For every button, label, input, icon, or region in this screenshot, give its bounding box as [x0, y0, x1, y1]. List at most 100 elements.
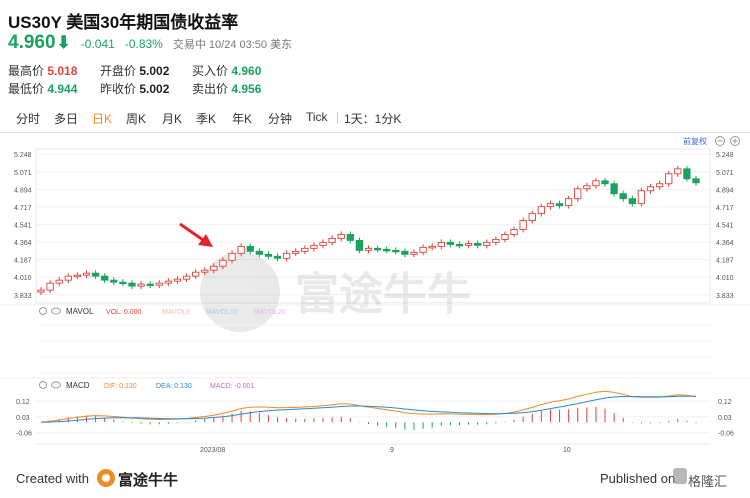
- y-tick-label-left: 5.248: [14, 152, 32, 159]
- vol-gridlines: [36, 324, 710, 374]
- macd-tick-right: 0.12: [718, 399, 732, 406]
- created-with-text: Created with: [16, 471, 89, 486]
- candle-body: [73, 274, 82, 278]
- gelonghui-logo-icon: [673, 468, 687, 484]
- y-tick-label-right: 4.717: [716, 205, 734, 212]
- tab-divider: [337, 112, 338, 124]
- candle-body: [455, 243, 464, 247]
- candle-body: [692, 178, 700, 184]
- macd-dea: DEA: 0.130: [156, 383, 192, 390]
- candle-body: [219, 259, 227, 267]
- candle-body: [483, 241, 491, 246]
- tab-tick[interactable]: Tick: [306, 110, 328, 124]
- candle-body: [228, 252, 236, 261]
- tab-multi-day[interactable]: 多日: [54, 110, 78, 127]
- tab-quarterly-k[interactable]: 季K: [196, 110, 216, 127]
- candle-body: [237, 245, 245, 254]
- brand-name: 富途牛牛: [118, 472, 179, 489]
- tab-yearly-k[interactable]: 年K: [232, 110, 252, 127]
- macd-ticks: 0.12 0.12 0.03 0.03 -0.06 -0.06: [16, 399, 734, 438]
- stat-prev-close: 昨收价 5.002: [100, 82, 170, 96]
- candle-body: [637, 190, 646, 205]
- candle-body: [519, 220, 527, 230]
- published-on-text: Published on: [600, 471, 676, 486]
- tab-daily-k[interactable]: 日K: [92, 110, 112, 127]
- y-ticks-right: 5.248 5.071 4.894 4.717 4.541 4.364 4.187 4.010…: [716, 152, 734, 300]
- tab-interval-select[interactable]: 1天：1分K: [344, 110, 401, 127]
- macd-indicator-name[interactable]: MACD: [66, 381, 90, 390]
- footer: Created with 富途牛牛 Published on 格隆汇: [0, 462, 750, 498]
- y-tick-label-left: 4.187: [14, 258, 32, 265]
- candle-body: [264, 253, 273, 257]
- stat-open: 开盘价 5.002: [100, 64, 170, 78]
- tab-weekly-k[interactable]: 周K: [126, 110, 146, 127]
- candle-body: [510, 229, 518, 235]
- tab-intraday[interactable]: 分时: [16, 110, 40, 127]
- candle-body: [137, 283, 145, 287]
- period-tabs: 分时 多日 日K 周K 月K 季K 年K 分钟 Tick 1天：1分K: [0, 106, 750, 133]
- candle-body: [128, 282, 136, 287]
- candle-body: [674, 168, 682, 175]
- macd-tick-right: 0.03: [718, 415, 732, 422]
- candle-body: [665, 173, 673, 185]
- candle-body: [292, 250, 300, 254]
- candle-body: [419, 246, 427, 253]
- candle-body: [628, 198, 636, 205]
- vol-settings-icon[interactable]: [39, 307, 47, 315]
- candle-body: [119, 281, 127, 285]
- candle-body: [282, 252, 291, 259]
- macd-settings-icon[interactable]: [39, 381, 47, 389]
- candle-body: [110, 279, 118, 283]
- candle-body: [410, 251, 418, 255]
- x-label-sep: 9: [390, 447, 394, 454]
- page-title: US30Y 美国30年期国债收益率: [8, 13, 239, 32]
- y-ticks-left: 5.248 5.071 4.894 4.717 4.541 4.364 4.187 4.010…: [14, 152, 32, 300]
- candle-body: [501, 233, 509, 240]
- y-tick-label-right: 4.894: [716, 187, 734, 194]
- y-tick-label-right: 5.071: [716, 170, 734, 177]
- vol-eye-icon[interactable]: [51, 307, 61, 315]
- candle-body: [101, 275, 109, 281]
- candle-body: [401, 250, 409, 255]
- stat-bid: 买入价 4.960: [192, 64, 262, 78]
- candle-body: [583, 185, 591, 190]
- x-label-aug: 2023/08: [200, 447, 225, 454]
- candle-body: [492, 238, 500, 243]
- futu-logo-icon: [97, 469, 115, 487]
- candle-body: [55, 279, 63, 284]
- stat-high: 最高价 5.018: [8, 64, 78, 78]
- gelonghui-watermark: 格隆汇: [688, 474, 728, 489]
- candle-body: [592, 180, 600, 187]
- candle-body: [46, 282, 54, 291]
- candle-body: [82, 272, 91, 276]
- candle-body: [528, 213, 536, 221]
- futu-watermark: 富途牛牛: [200, 252, 471, 332]
- candle-body: [392, 249, 400, 253]
- candle-body: [474, 242, 482, 246]
- y-tick-label-right: 3.833: [716, 293, 734, 300]
- candle-body: [437, 241, 445, 247]
- zoom-in-icon[interactable]: [730, 136, 740, 146]
- candlestick-chart[interactable]: 5.248 5.071 4.894 4.717 4.541 4.364 4.187 4.010…: [0, 132, 750, 460]
- candle-body: [64, 275, 72, 281]
- candle-body: [91, 272, 100, 277]
- candle-body: [383, 248, 391, 252]
- tab-minute[interactable]: 分钟: [268, 110, 292, 127]
- candle-body: [683, 168, 691, 180]
- vol-indicator-name[interactable]: MAVOL: [66, 307, 94, 316]
- candle-body: [173, 278, 182, 282]
- tab-monthly-k[interactable]: 月K: [162, 110, 182, 127]
- candle-body: [574, 188, 582, 200]
- y-tick-label-left: 4.364: [14, 240, 32, 247]
- candle-body: [537, 206, 545, 215]
- macd-eye-icon[interactable]: [51, 381, 61, 389]
- candle-body: [564, 198, 573, 207]
- watermark-text: 富途牛牛: [295, 269, 471, 320]
- candle-body: [464, 242, 473, 246]
- y-tick-label-right: 4.364: [716, 240, 734, 247]
- adjust-label[interactable]: 前复权: [683, 136, 707, 146]
- candle-body: [619, 193, 627, 200]
- candle-body: [646, 186, 655, 192]
- zoom-out-icon[interactable]: [715, 136, 725, 146]
- candle-body: [319, 241, 327, 246]
